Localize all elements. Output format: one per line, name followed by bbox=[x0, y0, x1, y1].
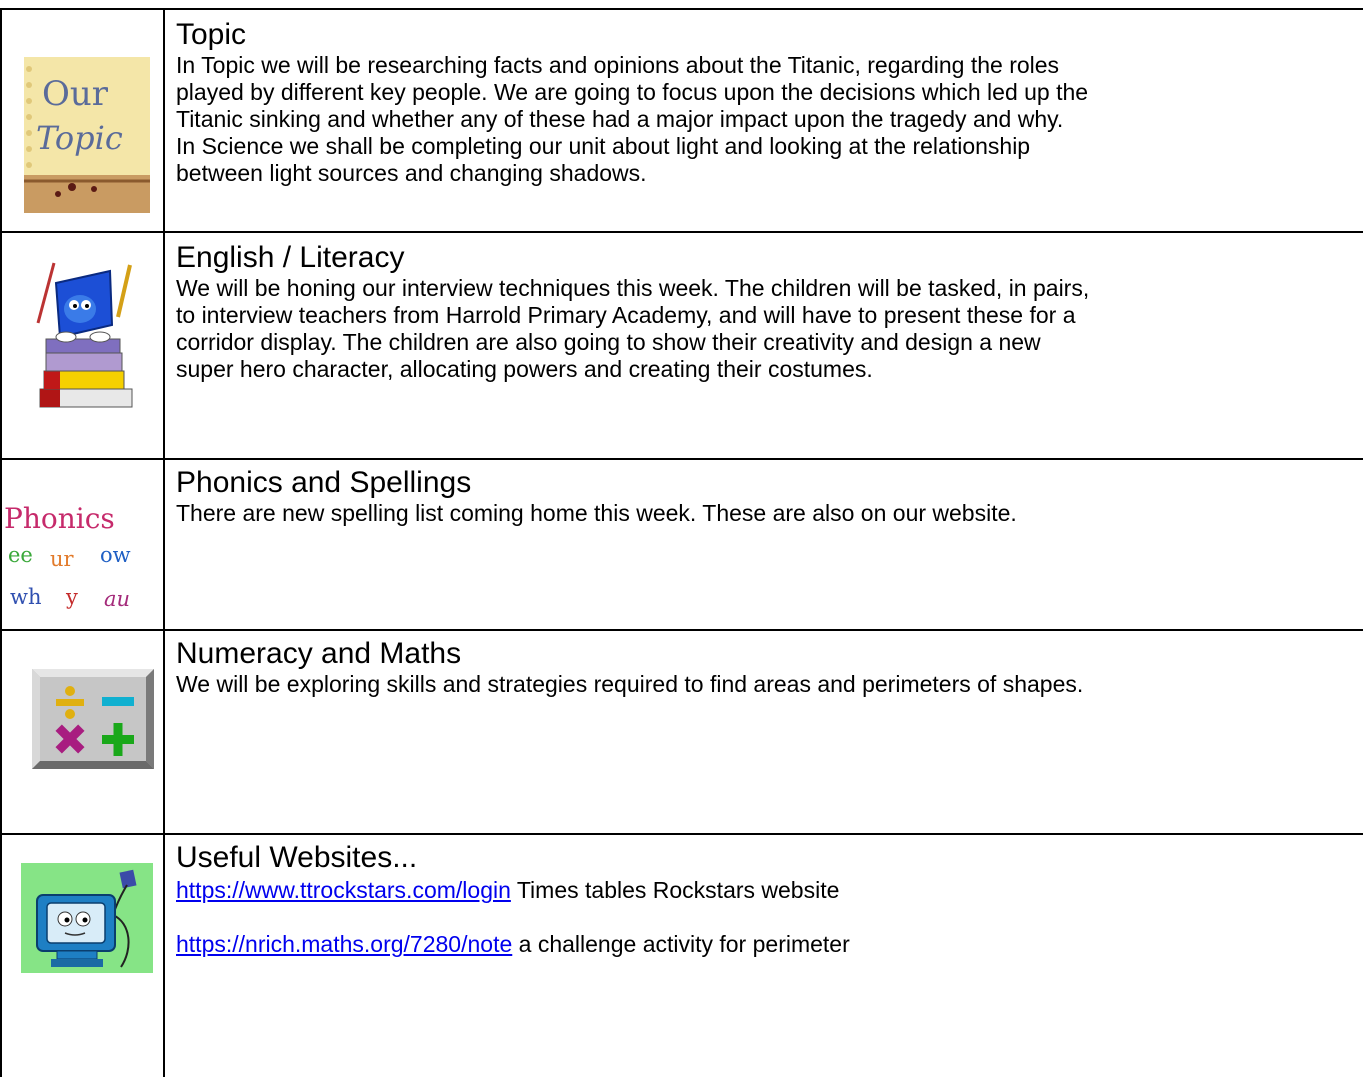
computer-monitor-icon bbox=[21, 863, 153, 973]
section-heading: Numeracy and Maths bbox=[176, 637, 462, 670]
ttrockstars-link[interactable]: https://www.ttrockstars.com/login bbox=[176, 877, 511, 903]
text-cell: Phonics and Spellings There are new spel… bbox=[176, 466, 1361, 527]
section-heading: Phonics and Spellings bbox=[176, 466, 472, 499]
phonics-letters-icon: Phonics ee ur ow wh y au bbox=[4, 502, 131, 611]
bookworm-on-books-icon bbox=[36, 262, 133, 408]
icon-cell bbox=[2, 233, 163, 458]
link-description: a challenge activity for perimeter bbox=[512, 931, 850, 957]
our-topic-notepad-icon: Our Topic bbox=[24, 57, 150, 213]
text-cell: Topic In Topic we will be researching fa… bbox=[176, 18, 1361, 187]
section-body: We will be honing our interview techniqu… bbox=[176, 275, 1361, 383]
body-line: We will be exploring skills and strategi… bbox=[176, 671, 1084, 697]
section-topic: Our Topic Topic In Topic we will be rese… bbox=[0, 10, 1363, 231]
icon-letters-au: au bbox=[104, 587, 130, 611]
section-body: We will be exploring skills and strategi… bbox=[176, 671, 1361, 698]
section-body: There are new spelling list coming home … bbox=[176, 500, 1361, 527]
section-body: In Topic we will be researching facts an… bbox=[176, 52, 1361, 187]
icon-letters-ow: ow bbox=[100, 543, 131, 567]
section-useful-websites: Useful Websites... https://www.ttrocksta… bbox=[0, 835, 1363, 1077]
body-line: between light sources and changing shado… bbox=[176, 160, 647, 186]
section-numeracy-maths: Numeracy and Maths We will be exploring … bbox=[0, 631, 1363, 833]
section-heading: Topic bbox=[176, 18, 247, 51]
icon-word-topic: Topic bbox=[36, 119, 123, 157]
section-heading: English / Literacy bbox=[176, 241, 405, 274]
newsletter-table: Our Topic Topic In Topic we will be rese… bbox=[0, 0, 1363, 1077]
body-line: Titanic sinking and whether any of these… bbox=[176, 106, 1064, 132]
body-line: super hero character, allocating powers … bbox=[176, 356, 873, 382]
website-line-nrich: https://nrich.maths.org/7280/note a chal… bbox=[176, 931, 1361, 958]
icon-letters-wh: wh bbox=[10, 585, 42, 609]
icon-letters-ur: ur bbox=[50, 547, 75, 571]
section-heading: Useful Websites... bbox=[176, 841, 418, 874]
body-line: In Science we shall be completing our un… bbox=[176, 133, 1031, 159]
icon-letters-ee: ee bbox=[8, 543, 33, 567]
body-line: to interview teachers from Harrold Prima… bbox=[176, 302, 1076, 328]
section-phonics-spellings: Phonics ee ur ow wh y au Phonics and Spe… bbox=[0, 460, 1363, 629]
website-line-ttrockstars: https://www.ttrockstars.com/login Times … bbox=[176, 877, 1361, 904]
text-cell: Useful Websites... https://www.ttrocksta… bbox=[176, 841, 1361, 958]
icon-cell: Our Topic bbox=[2, 10, 163, 231]
body-line: corridor display. The children are also … bbox=[176, 329, 1041, 355]
icon-letters-y: y bbox=[65, 585, 78, 609]
body-line: There are new spelling list coming home … bbox=[176, 500, 1017, 526]
math-operators-icon bbox=[32, 669, 154, 769]
icon-cell: Phonics ee ur ow wh y au bbox=[2, 460, 163, 629]
icon-word-our: Our bbox=[42, 74, 109, 114]
body-line: In Topic we will be researching facts an… bbox=[176, 52, 1060, 78]
body-line: played by different key people. We are g… bbox=[176, 79, 1089, 105]
body-line: We will be honing our interview techniqu… bbox=[176, 275, 1090, 301]
text-cell: Numeracy and Maths We will be exploring … bbox=[176, 637, 1361, 698]
icon-cell bbox=[2, 835, 163, 1077]
text-cell: English / Literacy We will be honing our… bbox=[176, 241, 1361, 383]
icon-cell bbox=[2, 631, 163, 833]
link-description: Times tables Rockstars website bbox=[510, 877, 840, 903]
nrich-link[interactable]: https://nrich.maths.org/7280/note bbox=[176, 931, 512, 957]
icon-word-phonics: Phonics bbox=[4, 502, 115, 535]
section-english-literacy: English / Literacy We will be honing our… bbox=[0, 233, 1363, 458]
minus-icon bbox=[102, 697, 134, 706]
